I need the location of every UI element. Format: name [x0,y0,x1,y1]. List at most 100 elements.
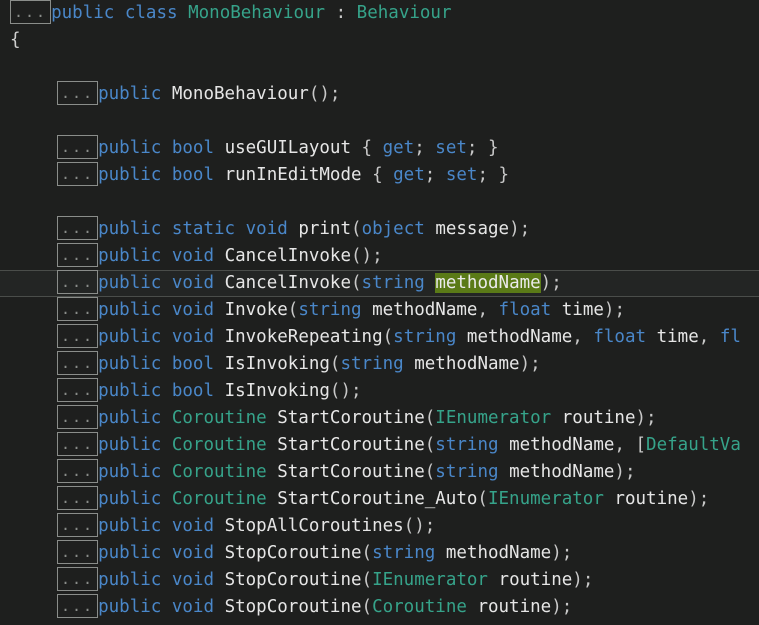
code-line[interactable]: ... public void StopCoroutine(IEnumerator… [0,567,759,594]
code-line[interactable]: { [0,27,759,54]
code-line[interactable]: ... public bool runInEditMode { get; set;… [0,162,759,189]
code-token: public [98,516,162,536]
code-fold-ellipsis-icon[interactable]: ... [10,0,52,24]
code-line[interactable]: ... public void StopCoroutine(Coroutine r… [0,594,759,621]
code-token: DefaultVa [646,435,741,455]
code-token: ( [361,597,373,617]
code-token: ); [551,543,573,563]
code-fold-ellipsis-icon[interactable]: ... [57,459,99,483]
code-token: methodName [509,435,615,455]
code-line[interactable]: ... public bool useGUILayout { get; set; … [0,135,759,162]
code-editor[interactable]: ... public class MonoBehaviour : Behaviou… [0,0,759,625]
code-fold-ellipsis-icon[interactable]: ... [57,486,99,510]
code-fold-ellipsis-icon[interactable]: ... [57,324,99,348]
code-token: ( [361,570,373,590]
code-token: time [561,300,604,320]
code-line[interactable]: ... public void StopCoroutine(string meth… [0,540,759,567]
code-line[interactable]: } [0,621,759,625]
code-token: routine [477,597,552,617]
code-line[interactable] [0,54,759,81]
code-token: message [435,219,510,239]
code-line[interactable]: ... public Coroutine StartCoroutine(strin… [0,459,759,486]
code-line[interactable]: ... public class MonoBehaviour : Behaviou… [0,0,759,27]
code-token: public [98,489,162,509]
code-token: : [325,3,357,23]
code-token: time [656,327,699,347]
code-token: ; } [477,165,510,185]
code-fold-ellipsis-icon[interactable]: ... [57,270,99,294]
code-line[interactable]: ... public bool IsInvoking(string methodN… [0,351,759,378]
code-token: void [171,273,215,293]
code-line[interactable]: ... public void CancelInvoke(); [0,243,759,270]
code-token: set [435,138,467,158]
code-fold-ellipsis-icon[interactable]: ... [57,567,99,591]
code-line[interactable]: ... public Coroutine StartCoroutine(IEnum… [0,405,759,432]
code-line[interactable]: ... public void InvokeRepeating(string me… [0,324,759,351]
code-token: public [98,597,162,617]
code-fold-ellipsis-icon[interactable]: ... [57,513,99,537]
code-token: Coroutine [171,462,267,482]
code-fold-ellipsis-icon[interactable]: ... [57,378,99,402]
code-line[interactable] [0,108,759,135]
code-fold-ellipsis-icon[interactable]: ... [57,351,99,375]
code-token: ; [424,165,446,185]
code-token: ); [603,300,625,320]
code-fold-ellipsis-icon[interactable]: ... [57,162,99,186]
code-fold-ellipsis-icon[interactable]: ... [57,540,99,564]
code-token: void [171,597,215,617]
code-line[interactable]: ... public static void print(object messa… [0,216,759,243]
code-fold-ellipsis-icon[interactable]: ... [57,594,99,618]
code-token: ); [551,597,573,617]
code-line[interactable]: ... public void StopAllCoroutines(); [0,513,759,540]
code-token: Coroutine [171,489,267,509]
code-token: StopCoroutine [224,543,362,563]
code-fold-ellipsis-icon[interactable]: ... [57,243,99,267]
code-token: StopAllCoroutines [224,516,404,536]
code-lines-container[interactable]: ... public class MonoBehaviour : Behaviou… [0,0,759,625]
code-token: Coroutine [171,408,267,428]
code-token: public [98,84,162,104]
code-token: string [435,435,499,455]
code-token: StartCoroutine_Auto [277,489,478,509]
code-line-current[interactable]: ... public void CancelInvoke(string metho… [0,270,759,297]
code-fold-ellipsis-icon[interactable]: ... [57,135,99,159]
code-line[interactable]: ... public MonoBehaviour(); [0,81,759,108]
code-token: ( [351,273,362,293]
code-line[interactable] [0,189,759,216]
code-fold-ellipsis-icon[interactable]: ... [57,297,99,321]
code-token: ( [477,489,488,509]
code-token: void [171,327,215,347]
code-line[interactable]: ... public bool IsInvoking(); [0,378,759,405]
code-token: routine [561,408,636,428]
code-token: get [393,165,425,185]
code-token: IEnumerator [372,570,488,590]
code-fold-ellipsis-icon[interactable]: ... [57,432,99,456]
code-token: IEnumerator [435,408,552,428]
code-token: set [445,165,478,185]
code-token: void [171,570,215,590]
code-line[interactable]: ... public Coroutine StartCoroutine_Auto(… [0,486,759,513]
code-fold-ellipsis-icon[interactable]: ... [57,81,99,105]
code-fold-ellipsis-icon[interactable]: ... [57,216,99,240]
code-token: string [298,300,362,320]
code-line[interactable]: ... public Coroutine StartCoroutine(strin… [0,432,759,459]
code-token: useGUILayout [224,138,351,158]
code-token: fl [719,327,741,347]
code-token: methodName [466,327,573,347]
code-token: bool [171,165,215,185]
code-token: runInEditMode [224,165,362,185]
code-token: public [98,462,162,482]
code-fold-ellipsis-icon[interactable]: ... [57,405,99,429]
code-line[interactable]: ... public void Invoke(string methodName,… [0,297,759,324]
